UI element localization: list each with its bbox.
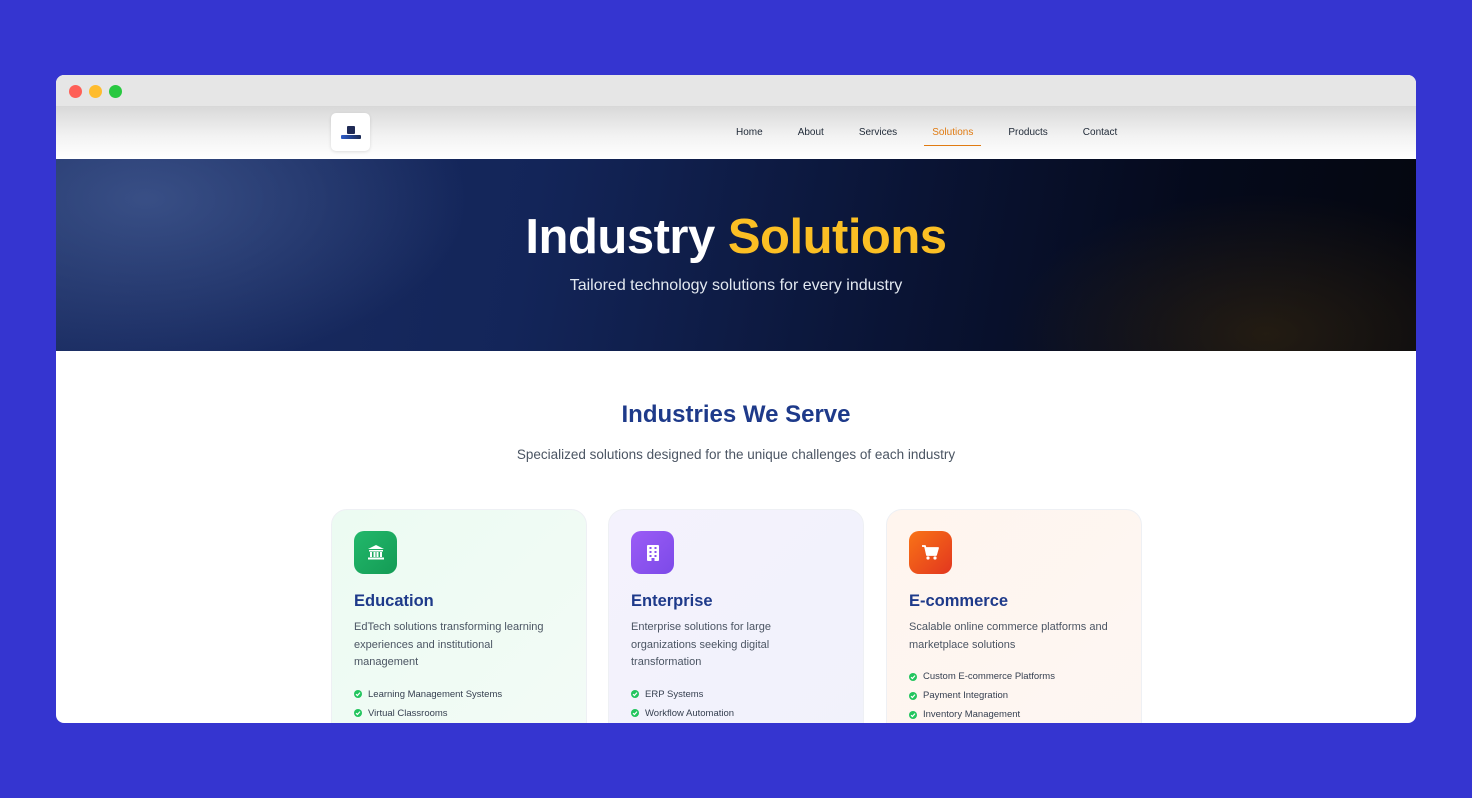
- card-description: Enterprise solutions for large organizat…: [631, 621, 772, 668]
- feature-list: ERP Systems Workflow Automation: [631, 685, 841, 723]
- check-icon: [631, 690, 639, 698]
- hero-banner: Industry Solutions Tailored technology s…: [56, 159, 1416, 351]
- nav-links: Home About Services Solutions Products C…: [728, 107, 1144, 159]
- check-icon: [909, 672, 917, 681]
- feature-item: Inventory Management: [909, 705, 1119, 723]
- cart-icon: [909, 531, 952, 574]
- check-icon: [909, 710, 917, 719]
- feature-item: ERP Systems: [631, 685, 841, 704]
- check-icon: [354, 709, 362, 717]
- close-window-button[interactable]: [69, 85, 82, 98]
- nav-link-services[interactable]: Services: [851, 121, 905, 145]
- card-title: Education: [354, 592, 434, 610]
- feature-label: Virtual Classrooms: [368, 707, 448, 719]
- hero-title: Industry Solutions: [56, 209, 1416, 265]
- nav-link-contact[interactable]: Contact: [1075, 121, 1125, 145]
- hero-title-main: Industry: [525, 210, 715, 264]
- minimize-window-button[interactable]: [89, 85, 102, 98]
- hero-subtitle: Tailored technology solutions for every …: [569, 277, 903, 294]
- feature-label: Custom E-commerce Platforms: [923, 671, 1055, 682]
- site-logo[interactable]: [331, 113, 370, 151]
- feature-item: Virtual Classrooms: [354, 704, 564, 723]
- check-icon: [631, 709, 639, 717]
- feature-item: Custom E-commerce Platforms: [909, 667, 1119, 686]
- feature-label: Inventory Management: [923, 709, 1021, 720]
- card-description: Scalable online commerce platforms and m…: [909, 621, 1108, 651]
- industry-card-education[interactable]: Education EdTech solutions transforming …: [331, 509, 587, 723]
- feature-label: Learning Management Systems: [368, 688, 503, 700]
- check-icon: [354, 690, 362, 698]
- check-icon: [909, 691, 917, 700]
- nav-link-solutions[interactable]: Solutions: [924, 121, 982, 146]
- feature-list: Custom E-commerce Platforms Payment Inte…: [909, 667, 1119, 723]
- nav-link-about[interactable]: About: [790, 121, 832, 145]
- feature-label: Workflow Automation: [645, 707, 735, 719]
- feature-label: Payment Integration: [923, 690, 1009, 701]
- feature-list: Learning Management Systems Virtual Clas…: [354, 685, 564, 723]
- bank-icon: [354, 531, 397, 574]
- logo-mark: [346, 125, 355, 134]
- card-title: E-commerce: [909, 592, 1009, 610]
- card-description: EdTech solutions transforming learning e…: [354, 621, 544, 668]
- feature-item: Workflow Automation: [631, 704, 841, 723]
- feature-label: ERP Systems: [645, 688, 704, 700]
- card-title: Enterprise: [631, 592, 713, 610]
- feature-item: Learning Management Systems: [354, 685, 564, 704]
- building-icon: [631, 531, 674, 574]
- nav-link-home[interactable]: Home: [728, 121, 771, 145]
- section-title: Industries We Serve: [621, 401, 851, 428]
- nav-link-products[interactable]: Products: [1000, 121, 1055, 145]
- window-titlebar: [56, 75, 1416, 107]
- logo-wordmark: [340, 134, 361, 139]
- section-subtitle: Specialized solutions designed for the u…: [516, 447, 956, 462]
- hero-title-accent: Solutions: [727, 210, 947, 264]
- maximize-window-button[interactable]: [109, 85, 122, 98]
- industry-card-enterprise[interactable]: Enterprise Enterprise solutions for larg…: [608, 509, 864, 723]
- feature-item: Payment Integration: [909, 686, 1119, 705]
- industry-card-ecommerce[interactable]: E-commerce Scalable online commerce plat…: [886, 509, 1142, 723]
- site-navbar: Home About Services Solutions Products C…: [56, 107, 1416, 159]
- browser-window: Home About Services Solutions Products C…: [56, 75, 1416, 723]
